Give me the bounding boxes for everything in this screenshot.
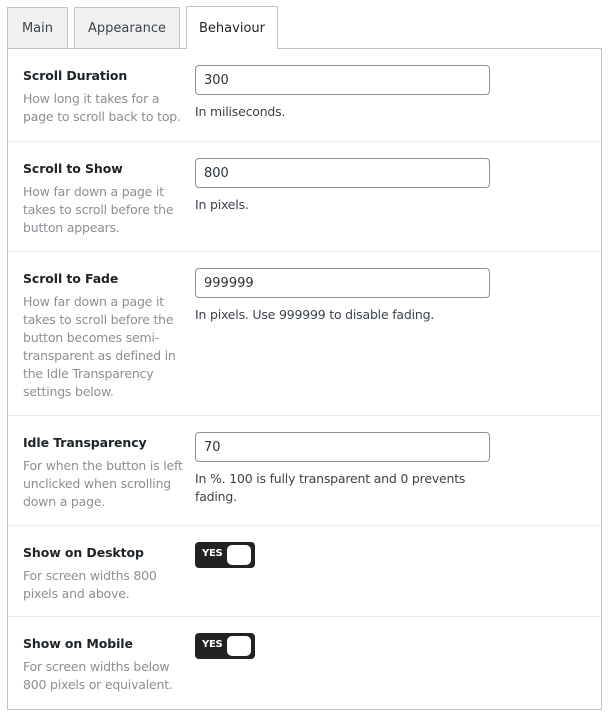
show-on-mobile-toggle[interactable]: YES xyxy=(195,633,255,659)
setting-description: For screen widths 800 pixels and above. xyxy=(23,568,157,601)
idle-transparency-input[interactable] xyxy=(195,432,490,462)
setting-hint: In %. 100 is fully transparent and 0 pre… xyxy=(195,471,466,504)
setting-row-scroll-to-fade: Scroll to Fade How far down a page it ta… xyxy=(8,252,601,416)
setting-title: Idle Transparency xyxy=(23,435,147,450)
setting-row-idle-transparency: Idle Transparency For when the button is… xyxy=(8,416,601,526)
toggle-state-label: YES xyxy=(202,639,223,650)
settings-tabs: Main Appearance Behaviour xyxy=(7,6,284,49)
setting-title: Scroll to Fade xyxy=(23,271,119,286)
setting-hint: In pixels. Use 999999 to disable fading. xyxy=(195,307,435,322)
setting-row-show-on-mobile: Show on Mobile For screen widths below 8… xyxy=(8,617,601,709)
setting-description: For screen widths below 800 pixels or eq… xyxy=(23,659,173,692)
show-on-desktop-toggle[interactable]: YES xyxy=(195,542,255,568)
setting-row-scroll-duration: Scroll Duration How long it takes for a … xyxy=(8,49,601,142)
scroll-to-fade-input[interactable] xyxy=(195,268,490,298)
setting-description: How long it takes for a page to scroll b… xyxy=(23,91,181,124)
setting-title: Show on Desktop xyxy=(23,545,144,560)
setting-title: Scroll Duration xyxy=(23,68,128,83)
tab-appearance[interactable]: Appearance xyxy=(74,7,180,49)
setting-description: How far down a page it takes to scroll b… xyxy=(23,184,174,235)
tab-behaviour[interactable]: Behaviour xyxy=(186,6,278,49)
setting-description: For when the button is left unclicked wh… xyxy=(23,458,183,509)
setting-description: How far down a page it takes to scroll b… xyxy=(23,294,176,399)
behaviour-settings-panel: Scroll Duration How long it takes for a … xyxy=(7,48,602,710)
setting-row-show-on-desktop: Show on Desktop For screen widths 800 pi… xyxy=(8,526,601,617)
toggle-knob xyxy=(227,636,251,656)
scroll-to-show-input[interactable] xyxy=(195,158,490,188)
setting-row-scroll-to-show: Scroll to Show How far down a page it ta… xyxy=(8,142,601,252)
setting-hint: In miliseconds. xyxy=(195,104,286,119)
tab-main[interactable]: Main xyxy=(7,7,68,49)
scroll-duration-input[interactable] xyxy=(195,65,490,95)
toggle-knob xyxy=(227,545,251,565)
setting-title: Show on Mobile xyxy=(23,636,133,651)
setting-hint: In pixels. xyxy=(195,197,249,212)
setting-title: Scroll to Show xyxy=(23,161,123,176)
toggle-state-label: YES xyxy=(202,548,223,559)
